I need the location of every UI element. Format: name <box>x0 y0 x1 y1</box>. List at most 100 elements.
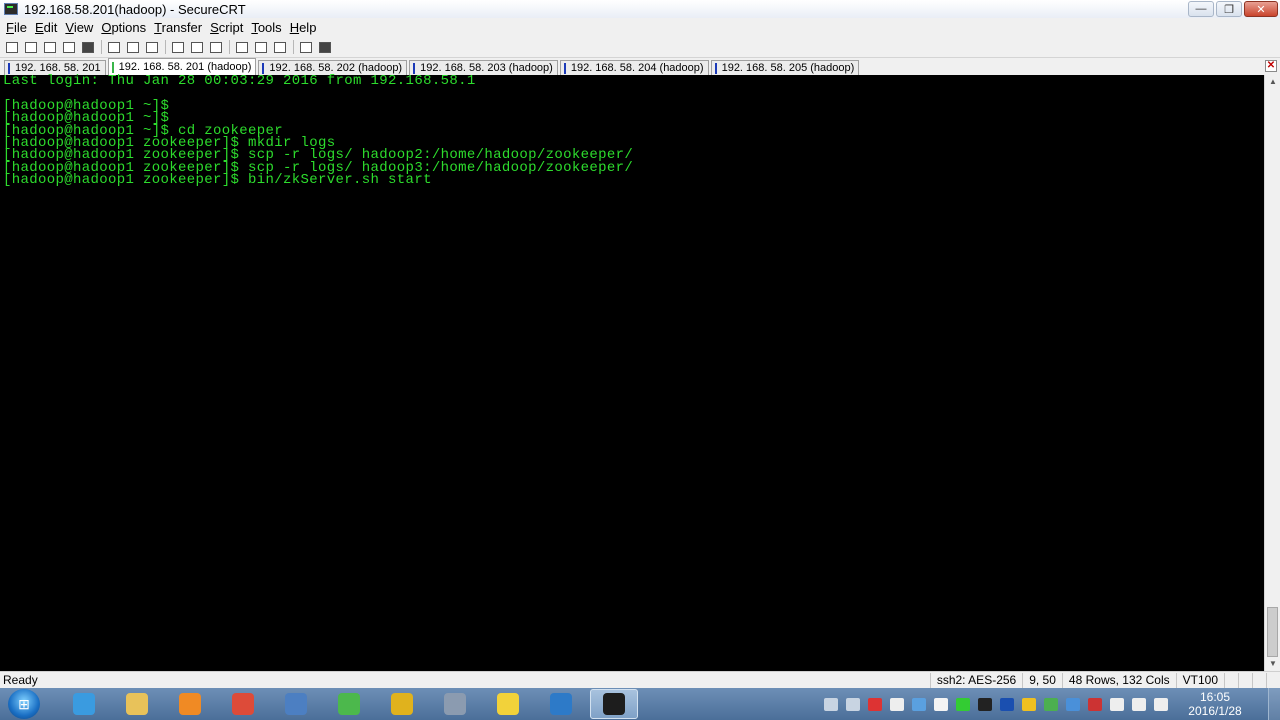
toolbar-separator <box>229 40 230 54</box>
copy-icon <box>108 41 120 53</box>
media-player-icon <box>179 693 201 715</box>
windows-icon[interactable] <box>934 697 948 711</box>
session-options-button[interactable] <box>234 39 250 55</box>
title-bar[interactable]: 192.168.58.201(hadoop) - SecureCRT — ❐ ✕ <box>0 0 1280 18</box>
toolbar-separator <box>165 40 166 54</box>
session-tab-label: 192. 168. 58. 201 (hadoop) <box>118 61 252 73</box>
qq-icon[interactable] <box>978 697 992 711</box>
receive-file-icon <box>191 41 203 53</box>
shield-icon[interactable] <box>1044 697 1058 711</box>
status-empty-cell-1 <box>1224 672 1238 688</box>
menu-options[interactable]: Options <box>97 18 150 37</box>
bluetooth-icon[interactable] <box>1000 697 1014 711</box>
plus-app-icon[interactable] <box>1022 697 1036 711</box>
session-tab-5[interactable]: 192. 168. 58. 204 (hadoop) <box>559 60 709 75</box>
keymap-button[interactable] <box>272 39 288 55</box>
terminal-view[interactable]: Last login: Thu Jan 28 00:03:29 2016 fro… <box>0 73 1264 671</box>
file-explorer-icon <box>126 693 148 715</box>
taskbar-apps <box>60 689 643 719</box>
status-cipher: ssh2: AES-256 <box>929 672 1022 688</box>
paste-icon <box>127 41 139 53</box>
find-button[interactable] <box>144 39 160 55</box>
securecrt-app-icon[interactable] <box>4 3 18 15</box>
copy-button[interactable] <box>106 39 122 55</box>
send-file-button[interactable] <box>170 39 186 55</box>
security-icon[interactable] <box>912 697 926 711</box>
tab-status-indicator <box>413 62 416 74</box>
quick-connect-icon <box>25 41 37 53</box>
taskbar-network-lock-button[interactable] <box>272 689 320 719</box>
connect-button[interactable] <box>4 39 20 55</box>
menu-transfer[interactable]: Transfer <box>150 18 206 37</box>
signal-icon[interactable] <box>1154 697 1168 711</box>
display-icon[interactable] <box>1066 697 1080 711</box>
send-file-icon <box>172 41 184 53</box>
taskbar-virtualbox-button[interactable] <box>537 689 585 719</box>
scroll-up-arrow-icon[interactable]: ▲ <box>1265 75 1280 89</box>
start-button[interactable]: ⊞ <box>8 689 40 719</box>
keyboard-icon[interactable] <box>824 697 838 711</box>
toolbar <box>0 37 1280 58</box>
session-options-icon <box>236 41 248 53</box>
taskbar-chrome-button[interactable] <box>219 689 267 719</box>
reconnect-button[interactable] <box>61 39 77 55</box>
global-options-button[interactable] <box>253 39 269 55</box>
volume-icon[interactable] <box>1132 697 1146 711</box>
taskbar-app-e-button[interactable] <box>378 689 426 719</box>
scroll-down-arrow-icon[interactable]: ▼ <box>1265 657 1280 671</box>
disconnect-button[interactable] <box>80 39 96 55</box>
close-tab-button[interactable]: ✕ <box>1265 60 1277 72</box>
tab-status-indicator <box>8 62 10 74</box>
print-button[interactable] <box>208 39 224 55</box>
paste-button[interactable] <box>125 39 141 55</box>
sync-icon[interactable] <box>890 697 904 711</box>
taskbar-music-button[interactable] <box>484 689 532 719</box>
taskbar-internet-explorer-button[interactable] <box>60 689 108 719</box>
terminal-scrollbar[interactable]: ▲ ▼ <box>1264 75 1280 671</box>
close-button[interactable]: ✕ <box>1244 1 1278 17</box>
taskbar-securecrt-button[interactable] <box>590 689 638 719</box>
taskbar-media-player-button[interactable] <box>166 689 214 719</box>
status-empty-cell-2 <box>1238 672 1252 688</box>
connect-in-tab-button[interactable] <box>42 39 58 55</box>
remote-desktop-icon <box>444 693 466 715</box>
status-bar: Ready ssh2: AES-256 9, 50 48 Rows, 132 C… <box>0 671 1280 688</box>
menu-file[interactable]: File <box>2 18 31 37</box>
disconnect-icon <box>82 41 94 53</box>
green-app-icon[interactable] <box>956 697 970 711</box>
menu-help[interactable]: Help <box>286 18 321 37</box>
sftp-button[interactable] <box>317 39 333 55</box>
status-emulation: VT100 <box>1175 672 1224 688</box>
show-desktop-button[interactable] <box>1268 688 1280 720</box>
status-ready: Ready <box>3 673 38 687</box>
usb-icon[interactable] <box>1110 697 1124 711</box>
antivirus-icon[interactable] <box>868 697 882 711</box>
securecrt-window: 192.168.58.201(hadoop) - SecureCRT — ❐ ✕… <box>0 0 1280 720</box>
restore-icon: ❐ <box>1224 3 1234 16</box>
clock-time: 16:05 <box>1199 690 1231 704</box>
menu-view[interactable]: View <box>61 18 97 37</box>
quick-connect-button[interactable] <box>23 39 39 55</box>
help-button[interactable] <box>298 39 314 55</box>
receive-file-button[interactable] <box>189 39 205 55</box>
clock[interactable]: 16:05 2016/1/28 <box>1176 690 1254 718</box>
browser-e-icon <box>338 693 360 715</box>
taskbar-browser-e-button[interactable] <box>325 689 373 719</box>
maximize-button[interactable]: ❐ <box>1216 1 1242 17</box>
status-empty-cell-3 <box>1252 672 1266 688</box>
session-tab-6[interactable]: 192. 168. 58. 205 (hadoop) <box>710 60 860 75</box>
menu-tools[interactable]: Tools <box>247 18 285 37</box>
no-network-icon[interactable] <box>1088 697 1102 711</box>
taskbar-file-explorer-button[interactable] <box>113 689 161 719</box>
help-icon <box>300 41 312 53</box>
scroll-thumb[interactable] <box>1267 607 1278 657</box>
menu-script[interactable]: Script <box>206 18 247 37</box>
terminal-line: Last login: Thu Jan 28 00:03:29 2016 fro… <box>3 73 476 89</box>
menu-edit[interactable]: Edit <box>31 18 61 37</box>
minimize-button[interactable]: — <box>1188 1 1214 17</box>
taskbar-remote-desktop-button[interactable] <box>431 689 479 719</box>
keymap-icon <box>274 41 286 53</box>
status-terminal-size: 48 Rows, 132 Cols <box>1061 672 1176 688</box>
pen-icon[interactable] <box>846 697 860 711</box>
